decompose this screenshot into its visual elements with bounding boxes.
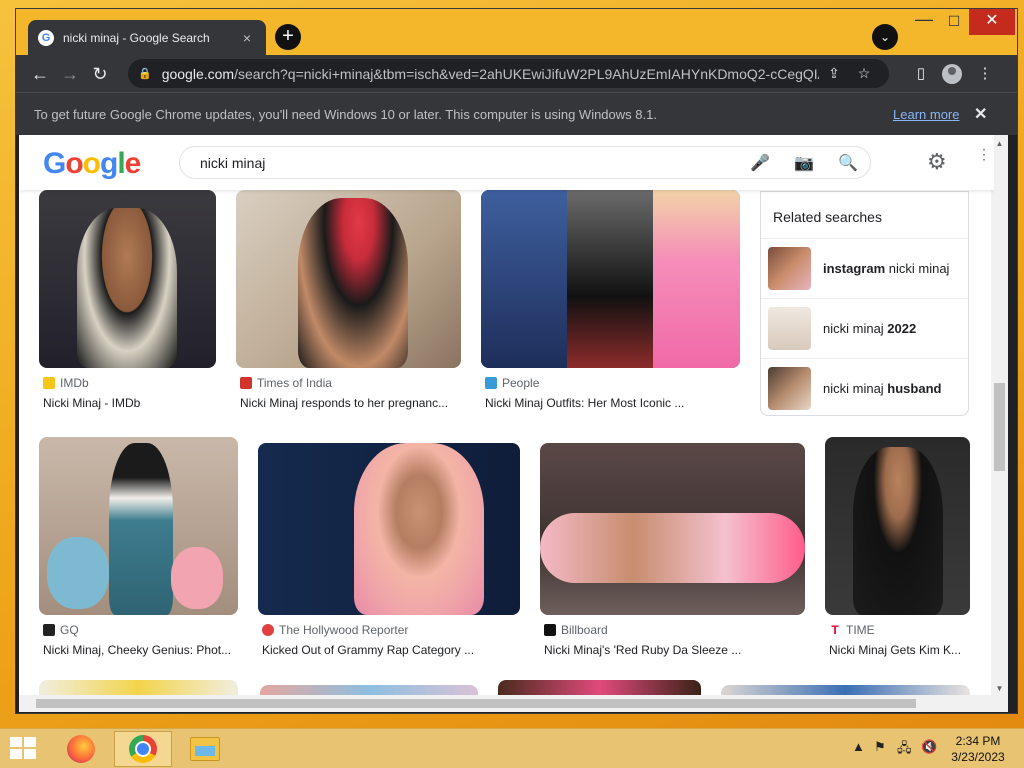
- settings-gear-icon[interactable]: ⚙: [927, 149, 947, 175]
- google-favicon-icon: G: [38, 29, 54, 46]
- image-result[interactable]: People Nicki Minaj Outfits: Her Most Ico…: [481, 190, 740, 410]
- result-caption[interactable]: Nicki Minaj responds to her pregnanc...: [236, 396, 461, 410]
- windows-taskbar: ▲ ⚑ 🖧 🔇 2:34 PM 3/23/2023: [0, 728, 1024, 768]
- tab-google-search[interactable]: G nicki minaj - Google Search ×: [28, 20, 266, 55]
- chrome-taskbar-icon[interactable]: [114, 731, 172, 767]
- google-apps-icon[interactable]: ⋮⋮: [977, 147, 994, 161]
- result-source: Billboard: [561, 623, 608, 637]
- clock-date: 3/23/2023: [951, 750, 1005, 764]
- time-favicon-icon: T: [829, 624, 841, 636]
- bookmark-star-icon[interactable]: ☆: [849, 65, 879, 82]
- search-results-page: Google 🎤 📷 🔍 ⚙ ⋮⋮ IMDb Nicki Minaj - IMD…: [19, 135, 994, 695]
- forward-arrow-icon[interactable]: →: [55, 59, 85, 89]
- image-result-partial[interactable]: [498, 680, 701, 695]
- result-source: Times of India: [257, 376, 332, 390]
- google-lens-icon[interactable]: 📷: [782, 153, 826, 173]
- tab-strip: G nicki minaj - Google Search × + ⌄ — ☐ …: [16, 9, 1017, 55]
- infobar-close-icon[interactable]: ✕: [974, 104, 987, 124]
- result-thumbnail[interactable]: [236, 190, 461, 368]
- search-input[interactable]: [200, 154, 738, 171]
- image-result[interactable]: Times of India Nicki Minaj responds to h…: [236, 190, 461, 410]
- scrollbar-thumb[interactable]: [994, 383, 1005, 471]
- result-caption[interactable]: Nicki Minaj, Cheeky Genius: Phot...: [39, 643, 238, 657]
- image-result[interactable]: The Hollywood Reporter Kicked Out of Gra…: [258, 437, 520, 657]
- search-box: 🎤 📷 🔍: [179, 146, 871, 179]
- learn-more-link[interactable]: Learn more: [893, 107, 959, 122]
- imdb-favicon-icon: [43, 377, 55, 389]
- google-logo[interactable]: Google: [43, 147, 141, 181]
- image-result[interactable]: IMDb Nicki Minaj - IMDb: [39, 190, 216, 410]
- action-center-flag-icon[interactable]: ⚑: [874, 739, 886, 755]
- microphone-icon[interactable]: 🎤: [738, 153, 782, 173]
- result-thumbnail[interactable]: [39, 437, 238, 615]
- related-searches-panel: Related searches instagram nicki minaj n…: [760, 191, 969, 416]
- times-of-india-favicon-icon: [240, 377, 252, 389]
- result-caption[interactable]: Kicked Out of Grammy Rap Category ...: [258, 643, 520, 657]
- result-thumbnail[interactable]: [39, 190, 216, 368]
- result-thumbnail[interactable]: [540, 443, 805, 615]
- profile-avatar-icon[interactable]: [937, 59, 967, 88]
- show-hidden-icons-icon[interactable]: ▲: [852, 739, 865, 754]
- hollywood-reporter-favicon-icon: [262, 624, 274, 636]
- vertical-scrollbar[interactable]: ▲ ▼: [991, 135, 1008, 695]
- network-icon[interactable]: 🖧: [897, 739, 912, 761]
- system-clock[interactable]: 2:34 PM 3/23/2023: [946, 733, 1010, 765]
- close-window-button[interactable]: ✕: [969, 9, 1015, 35]
- result-thumbnail[interactable]: [258, 443, 520, 615]
- infobar-message: To get future Google Chrome updates, you…: [34, 106, 657, 122]
- file-explorer-taskbar-icon[interactable]: [176, 731, 234, 767]
- share-icon[interactable]: ⇪: [819, 65, 849, 82]
- back-arrow-icon[interactable]: ←: [25, 59, 55, 89]
- side-panel-icon[interactable]: ▯: [906, 59, 936, 88]
- minimize-button[interactable]: —: [909, 9, 939, 30]
- image-result-partial[interactable]: [39, 680, 238, 695]
- address-bar[interactable]: 🔒 google.com/search?q=nicki+minaj&tbm=is…: [128, 59, 889, 88]
- firefox-taskbar-icon[interactable]: [52, 731, 110, 767]
- tab-title: nicki minaj - Google Search: [63, 30, 210, 45]
- new-tab-button[interactable]: +: [275, 24, 301, 50]
- result-source: IMDb: [60, 376, 89, 390]
- result-source: GQ: [60, 623, 79, 637]
- result-caption[interactable]: Nicki Minaj Outfits: Her Most Iconic ...: [481, 396, 740, 410]
- related-searches-heading: Related searches: [773, 209, 882, 225]
- tab-close-icon[interactable]: ×: [238, 30, 256, 46]
- gq-favicon-icon: [43, 624, 55, 636]
- result-caption[interactable]: Nicki Minaj Gets Kim K...: [825, 643, 970, 657]
- search-icon[interactable]: 🔍: [826, 153, 870, 173]
- browser-toolbar: ← → ↻ 🔒 google.com/search?q=nicki+minaj&…: [16, 55, 1017, 92]
- chrome-menu-icon[interactable]: ⋮: [970, 59, 1000, 88]
- result-source: The Hollywood Reporter: [279, 623, 409, 637]
- image-result[interactable]: T TIME Nicki Minaj Gets Kim K...: [825, 437, 970, 657]
- clock-time: 2:34 PM: [955, 734, 1001, 748]
- google-header: Google 🎤 📷 🔍 ⚙ ⋮⋮: [19, 135, 994, 190]
- related-search-item[interactable]: nicki minaj 2022: [761, 298, 968, 358]
- image-result-partial[interactable]: [260, 685, 478, 695]
- image-result[interactable]: GQ Nicki Minaj, Cheeky Genius: Phot...: [39, 437, 238, 657]
- windows-start-icon[interactable]: [10, 737, 38, 761]
- result-source: People: [502, 376, 540, 390]
- result-thumbnail[interactable]: [825, 437, 970, 615]
- hscrollbar-thumb[interactable]: [36, 699, 916, 708]
- image-result[interactable]: Billboard Nicki Minaj's 'Red Ruby Da Sle…: [540, 437, 805, 657]
- update-infobar: To get future Google Chrome updates, you…: [16, 92, 1017, 135]
- tab-search-button[interactable]: ⌄: [872, 24, 898, 50]
- maximize-button[interactable]: ☐: [939, 13, 969, 30]
- reload-icon[interactable]: ↻: [85, 59, 115, 89]
- billboard-favicon-icon: [544, 624, 556, 636]
- result-source: TIME: [846, 623, 875, 637]
- people-favicon-icon: [485, 377, 497, 389]
- result-caption[interactable]: Nicki Minaj's 'Red Ruby Da Sleeze ...: [540, 643, 805, 657]
- scroll-down-arrow-icon[interactable]: ▼: [991, 684, 1008, 693]
- result-thumbnail[interactable]: [481, 190, 740, 368]
- volume-muted-icon[interactable]: 🔇: [921, 739, 937, 755]
- related-search-item[interactable]: nicki minaj husband: [761, 358, 968, 418]
- image-result-partial[interactable]: [721, 685, 970, 695]
- related-search-item[interactable]: instagram nicki minaj: [761, 238, 968, 298]
- result-caption[interactable]: Nicki Minaj - IMDb: [39, 396, 216, 410]
- chrome-window: G nicki minaj - Google Search × + ⌄ — ☐ …: [15, 8, 1018, 714]
- horizontal-scrollbar[interactable]: [19, 695, 1008, 712]
- url-text[interactable]: google.com/search?q=nicki+minaj&tbm=isch…: [162, 66, 819, 82]
- lock-icon: 🔒: [138, 68, 152, 80]
